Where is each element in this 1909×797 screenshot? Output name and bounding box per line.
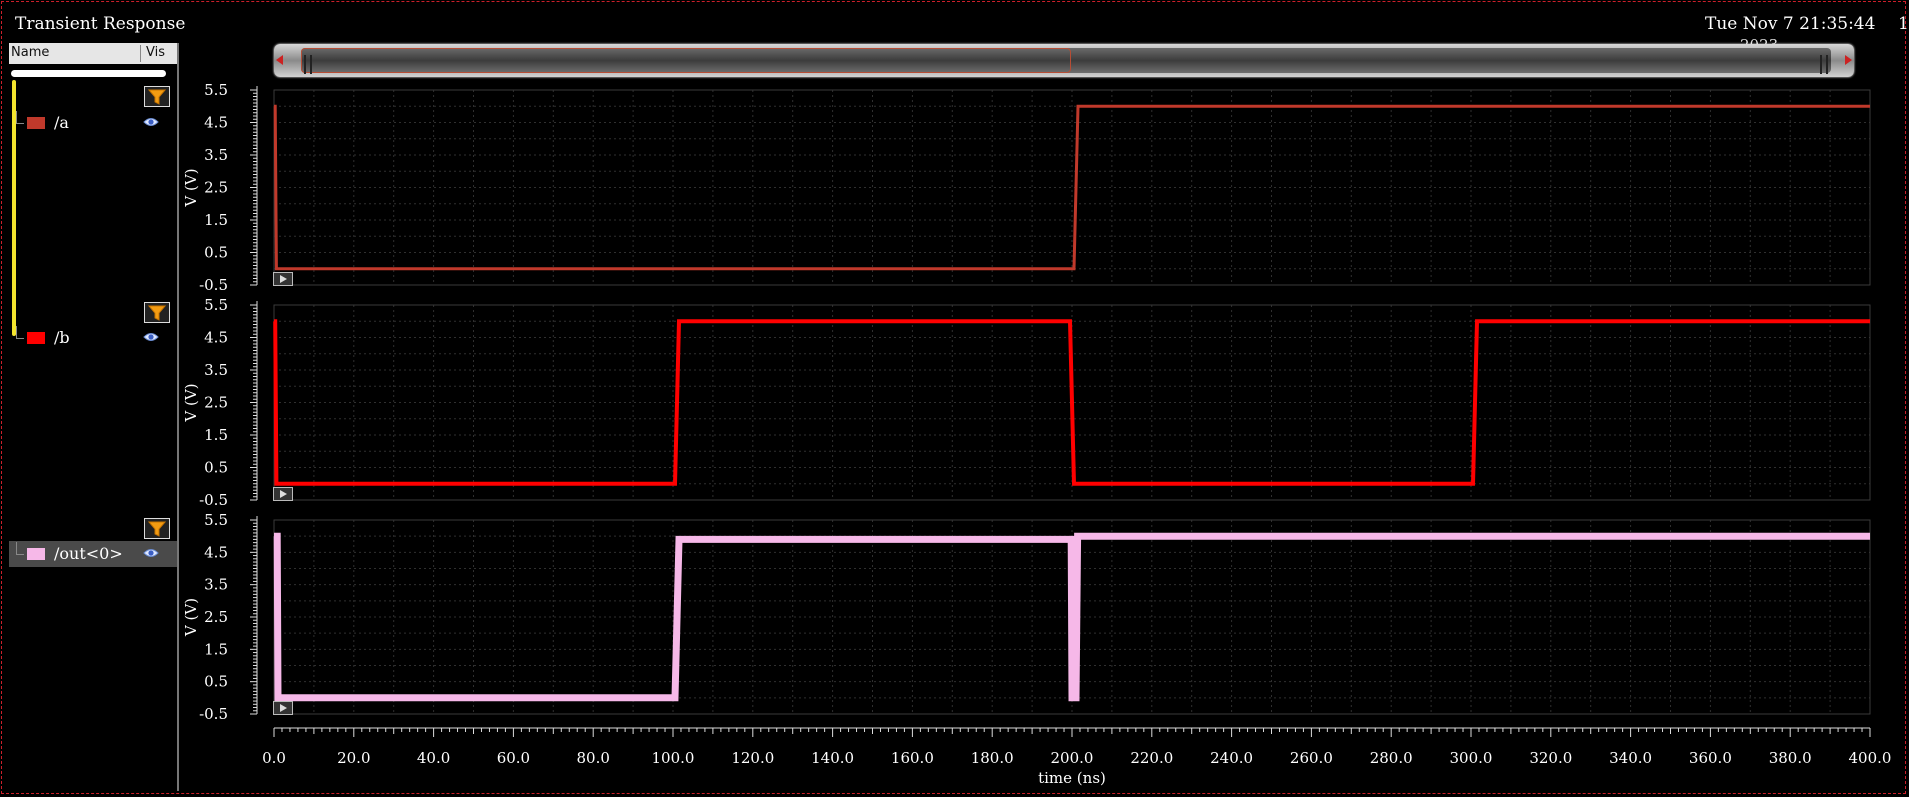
tree-connector bbox=[16, 542, 24, 555]
x-tick-label: 260.0 bbox=[1290, 749, 1333, 767]
y-tick-label: 4.5 bbox=[204, 329, 228, 347]
play-button[interactable] bbox=[273, 487, 293, 501]
signal-color-swatch[interactable] bbox=[27, 548, 45, 560]
y-axis-label: V (V) bbox=[182, 168, 200, 207]
x-tick-label: 160.0 bbox=[891, 749, 934, 767]
x-tick-label: 220.0 bbox=[1130, 749, 1173, 767]
y-tick-label: 4.5 bbox=[204, 543, 228, 561]
y-tick-label: 1.5 bbox=[204, 211, 228, 229]
tree-connector bbox=[16, 326, 24, 339]
funnel-icon bbox=[148, 521, 166, 537]
x-tick-label: 340.0 bbox=[1609, 749, 1652, 767]
plot-panel-0: 5.5 4.5 3.5 2.5 1.5 0.5 -0.5 V (V) bbox=[182, 81, 1871, 294]
y-tick-label: 5.5 bbox=[204, 81, 228, 99]
filter-button[interactable] bbox=[144, 518, 170, 539]
x-tick-label: 120.0 bbox=[731, 749, 774, 767]
y-tick-label: 0.5 bbox=[204, 459, 228, 477]
x-tick-label: 20.0 bbox=[337, 749, 370, 767]
x-tick-label: 360.0 bbox=[1689, 749, 1732, 767]
play-button[interactable] bbox=[273, 272, 293, 286]
y-tick-label: 1.5 bbox=[204, 426, 228, 444]
eye-icon[interactable] bbox=[143, 116, 159, 128]
x-tick-label: 180.0 bbox=[971, 749, 1014, 767]
tree-connector bbox=[16, 111, 24, 124]
x-axis: 0.0 20.0 40.0 60.0 80.0 100.0 120.0 140.0 160.0 1… bbox=[262, 727, 1892, 787]
filter-button[interactable] bbox=[144, 86, 170, 107]
y-axis-label: V (V) bbox=[182, 383, 200, 422]
funnel-icon bbox=[148, 305, 166, 321]
play-button[interactable] bbox=[273, 701, 293, 715]
signal-label: /out<0> bbox=[54, 544, 123, 563]
signal-color-swatch[interactable] bbox=[27, 117, 45, 129]
y-tick-label: 2.5 bbox=[204, 394, 228, 412]
signal-row[interactable]: /a bbox=[9, 110, 177, 136]
y-tick-label: 5.5 bbox=[204, 296, 228, 314]
x-tick-label: 80.0 bbox=[576, 749, 609, 767]
x-tick-label: 240.0 bbox=[1210, 749, 1253, 767]
signal-row[interactable]: /out<0> bbox=[9, 541, 177, 567]
plot-panel-1: 5.5 4.5 3.5 2.5 1.5 0.5 -0.5 V (V) bbox=[182, 296, 1871, 509]
x-tick-label: 280.0 bbox=[1370, 749, 1413, 767]
funnel-icon bbox=[148, 89, 166, 105]
y-tick-label: 2.5 bbox=[204, 179, 228, 197]
x-tick-label: 100.0 bbox=[652, 749, 695, 767]
filter-button[interactable] bbox=[144, 302, 170, 323]
waveform-plot[interactable]: 5.5 4.5 3.5 2.5 1.5 0.5 -0.5 V (V) 5.5 4.5 3.5 2.5 1… bbox=[0, 0, 1909, 797]
y-tick-label: 1.5 bbox=[204, 640, 228, 658]
x-axis-label: time (ns) bbox=[1038, 769, 1106, 787]
y-axis-label: V (V) bbox=[182, 598, 200, 637]
x-tick-label: 0.0 bbox=[262, 749, 286, 767]
x-tick-label: 60.0 bbox=[497, 749, 530, 767]
signal-label: /b bbox=[54, 328, 70, 347]
x-tick-label: 320.0 bbox=[1529, 749, 1572, 767]
y-tick-label: 4.5 bbox=[204, 114, 228, 132]
x-tick-label: 200.0 bbox=[1051, 749, 1094, 767]
y-tick-label: 2.5 bbox=[204, 608, 228, 626]
signal-row[interactable]: /b bbox=[9, 325, 177, 351]
y-tick-label: -0.5 bbox=[199, 491, 228, 509]
signal-color-swatch[interactable] bbox=[27, 332, 45, 344]
y-tick-label: 0.5 bbox=[204, 244, 228, 262]
y-tick-label: 0.5 bbox=[204, 673, 228, 691]
y-tick-label: 3.5 bbox=[204, 146, 228, 164]
y-tick-label: 5.5 bbox=[204, 511, 228, 529]
x-tick-label: 40.0 bbox=[417, 749, 450, 767]
x-tick-label: 140.0 bbox=[811, 749, 854, 767]
x-tick-label: 400.0 bbox=[1849, 749, 1892, 767]
x-tick-label: 300.0 bbox=[1450, 749, 1493, 767]
signal-label: /a bbox=[54, 113, 69, 132]
y-tick-label: 3.5 bbox=[204, 576, 228, 594]
plot-panel-2: 5.5 4.5 3.5 2.5 1.5 0.5 -0.5 V (V) bbox=[182, 511, 1871, 723]
x-tick-label: 380.0 bbox=[1769, 749, 1812, 767]
eye-icon[interactable] bbox=[143, 547, 159, 559]
eye-icon[interactable] bbox=[143, 331, 159, 343]
y-tick-label: -0.5 bbox=[199, 705, 228, 723]
y-tick-label: 3.5 bbox=[204, 361, 228, 379]
y-tick-label: -0.5 bbox=[199, 276, 228, 294]
